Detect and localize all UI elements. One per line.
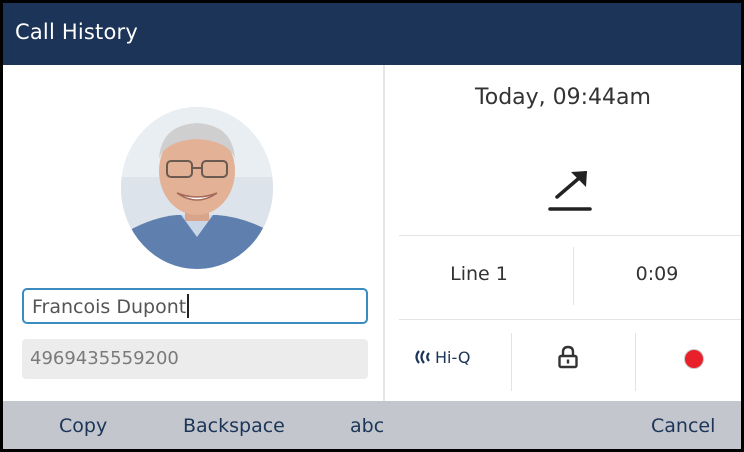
icon-divider-1 (511, 333, 512, 391)
text-cursor (187, 294, 190, 318)
backspace-button[interactable]: Backspace (183, 415, 285, 437)
call-history-screen: Call History Francois Dupont 49694355592… (0, 0, 744, 452)
call-duration: 0:09 (635, 263, 679, 285)
row-divider-top (399, 235, 741, 236)
hiq-label: Hi-Q (435, 347, 471, 367)
call-line: Line 1 (450, 263, 508, 285)
cancel-button[interactable]: Cancel (651, 415, 715, 437)
contact-name-text: Francois Dupont (32, 296, 187, 318)
call-details-panel: Today, 09:44am Line 1 0:09 Hi-Q (385, 65, 741, 401)
hiq-audio-icon (415, 350, 430, 364)
contact-number-field[interactable]: 4969435559200 (22, 339, 368, 379)
page-title: Call History (15, 20, 138, 44)
outgoing-call-arrow-icon (548, 171, 592, 211)
lock-icon (558, 345, 578, 369)
call-datetime: Today, 09:44am (475, 85, 651, 110)
abc-mode-button[interactable]: abc (350, 415, 384, 437)
hiq-indicator: Hi-Q (411, 346, 470, 368)
contact-avatar (121, 107, 273, 269)
title-bar: Call History (3, 3, 741, 65)
softkey-bar: Copy Backspace abc Cancel (3, 401, 741, 449)
contact-panel: Francois Dupont 4969435559200 (3, 65, 383, 401)
copy-button[interactable]: Copy (59, 415, 107, 437)
record-icon (685, 350, 703, 368)
contact-number-text: 4969435559200 (30, 348, 179, 369)
contact-name-field[interactable]: Francois Dupont (22, 288, 368, 324)
icon-divider-2 (635, 333, 636, 391)
row-divider-bottom (399, 319, 741, 320)
